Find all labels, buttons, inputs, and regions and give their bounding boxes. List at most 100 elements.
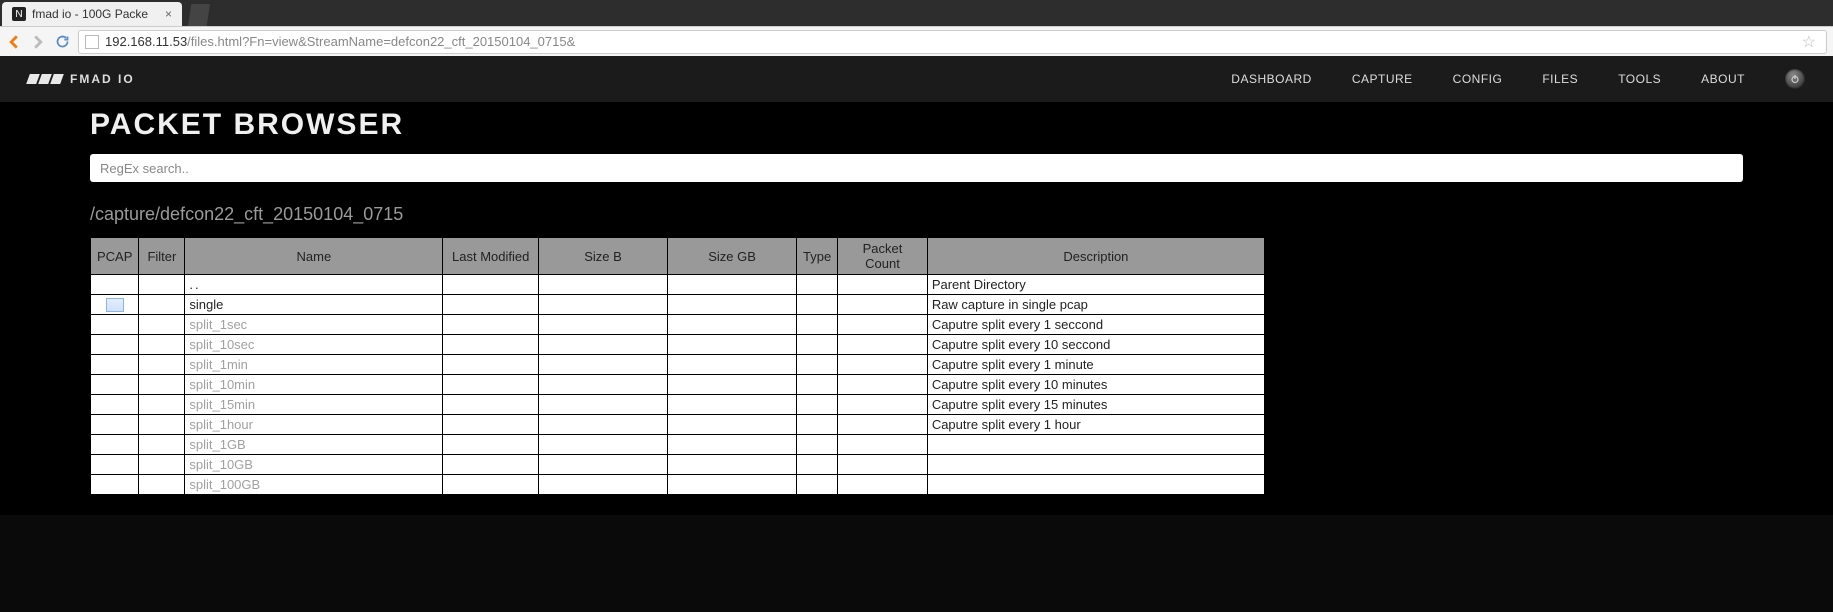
cell-type [797, 475, 838, 495]
cell-modified [443, 355, 539, 375]
back-button[interactable] [6, 34, 22, 50]
cell-sizegb [668, 335, 797, 355]
name-link[interactable]: split_100GB [189, 477, 260, 492]
cell-description [927, 435, 1264, 455]
page-icon [85, 35, 99, 49]
brand[interactable]: FMAD IO [28, 72, 135, 86]
cell-filter [139, 395, 185, 415]
url-input[interactable]: 192.168.11.53/files.html?Fn=view&StreamN… [78, 30, 1827, 54]
table-row: split_10minCaputre split every 10 minute… [91, 375, 1265, 395]
cell-filter [139, 355, 185, 375]
cell-sizegb [668, 275, 797, 295]
cell-name[interactable]: split_1hour [185, 415, 443, 435]
app-header: FMAD IO DASHBOARD CAPTURE CONFIG FILES T… [0, 56, 1833, 102]
cell-modified [443, 335, 539, 355]
nav-capture[interactable]: CAPTURE [1352, 72, 1413, 86]
cell-sizeb [539, 395, 668, 415]
cell-pcap [91, 435, 139, 455]
cell-name[interactable]: split_1GB [185, 435, 443, 455]
tab-bar: N fmad io - 100G Packe × [0, 0, 1833, 26]
table-row: split_15min Caputre split every 15 minute… [91, 395, 1265, 415]
cell-name[interactable]: split_10sec [185, 335, 443, 355]
cell-description: Caputre split every 15 minutes [927, 395, 1264, 415]
cell-pcap [91, 475, 139, 495]
pcap-file-icon[interactable] [106, 298, 124, 312]
cell-type [797, 455, 838, 475]
cell-sizeb [539, 415, 668, 435]
table-row: .. Parent Directory [91, 275, 1265, 295]
cell-name[interactable]: split_10GB [185, 455, 443, 475]
nav-tools[interactable]: TOOLS [1618, 72, 1661, 86]
name-link[interactable]: split_15min [189, 397, 255, 412]
cell-name[interactable]: .. [185, 275, 443, 295]
col-header-pcap: PCAP [91, 238, 139, 275]
cell-pkt [838, 295, 928, 315]
cell-description: Raw capture in single pcap [927, 295, 1264, 315]
tab-title: fmad io - 100G Packe [32, 7, 159, 21]
cell-sizeb [539, 295, 668, 315]
cell-sizegb [668, 375, 797, 395]
cell-pkt [838, 355, 928, 375]
cell-pkt [838, 475, 928, 495]
cell-name[interactable]: split_1min [185, 355, 443, 375]
cell-filter [139, 335, 185, 355]
name-link[interactable]: .. [189, 277, 200, 292]
table-row: split_100GB [91, 475, 1265, 495]
name-link[interactable]: split_10min [189, 377, 255, 392]
cell-sizegb [668, 395, 797, 415]
cell-sizeb [539, 435, 668, 455]
cell-name[interactable]: split_10min [185, 375, 443, 395]
name-link[interactable]: single [189, 297, 223, 312]
cell-filter [139, 435, 185, 455]
cell-description: Parent Directory [927, 275, 1264, 295]
cell-type [797, 375, 838, 395]
cell-modified [443, 415, 539, 435]
url-path: /files.html?Fn=view&StreamName=defcon22_… [187, 34, 575, 49]
close-icon[interactable]: × [165, 7, 172, 21]
cell-type [797, 355, 838, 375]
cell-pcap [91, 295, 139, 315]
cell-description: Caputre split every 1 seccond [927, 315, 1264, 335]
cell-modified [443, 475, 539, 495]
cell-description: Caputre split every 10 seccond [927, 335, 1264, 355]
new-tab-button[interactable] [188, 4, 210, 26]
col-header-modified: Last Modified [443, 238, 539, 275]
cell-sizegb [668, 475, 797, 495]
cell-pcap [91, 395, 139, 415]
browser-tab[interactable]: N fmad io - 100G Packe × [2, 2, 182, 26]
nav-dashboard[interactable]: DASHBOARD [1231, 72, 1312, 86]
forward-button[interactable] [30, 34, 46, 50]
cell-name[interactable]: split_1sec [185, 315, 443, 335]
search-input[interactable] [90, 154, 1743, 182]
cell-pcap [91, 375, 139, 395]
name-link[interactable]: split_10GB [189, 457, 253, 472]
name-link[interactable]: split_10sec [189, 337, 254, 352]
cell-description: Caputre split every 1 hour [927, 415, 1264, 435]
cell-pkt [838, 395, 928, 415]
name-link[interactable]: split_1GB [189, 437, 245, 452]
col-header-desc: Description [927, 238, 1264, 275]
browser-chrome: N fmad io - 100G Packe × 192.168.11.53/f… [0, 0, 1833, 56]
cell-pkt [838, 275, 928, 295]
cell-sizeb [539, 375, 668, 395]
col-header-filter: Filter [139, 238, 185, 275]
name-link[interactable]: split_1sec [189, 317, 247, 332]
bookmark-star-icon[interactable]: ☆ [1798, 32, 1820, 52]
cell-sizeb [539, 475, 668, 495]
cell-modified [443, 435, 539, 455]
power-button[interactable] [1785, 69, 1805, 89]
cell-name[interactable]: split_15min [185, 395, 443, 415]
power-icon [1790, 74, 1800, 84]
name-link[interactable]: split_1hour [189, 417, 253, 432]
cell-sizegb [668, 315, 797, 335]
cell-name[interactable]: single [185, 295, 443, 315]
cell-filter [139, 375, 185, 395]
nav-about[interactable]: ABOUT [1701, 72, 1745, 86]
name-link[interactable]: split_1min [189, 357, 248, 372]
nav-config[interactable]: CONFIG [1453, 72, 1503, 86]
cell-sizegb [668, 355, 797, 375]
reload-button[interactable] [54, 34, 70, 50]
cell-pkt [838, 435, 928, 455]
cell-name[interactable]: split_100GB [185, 475, 443, 495]
nav-files[interactable]: FILES [1542, 72, 1578, 86]
